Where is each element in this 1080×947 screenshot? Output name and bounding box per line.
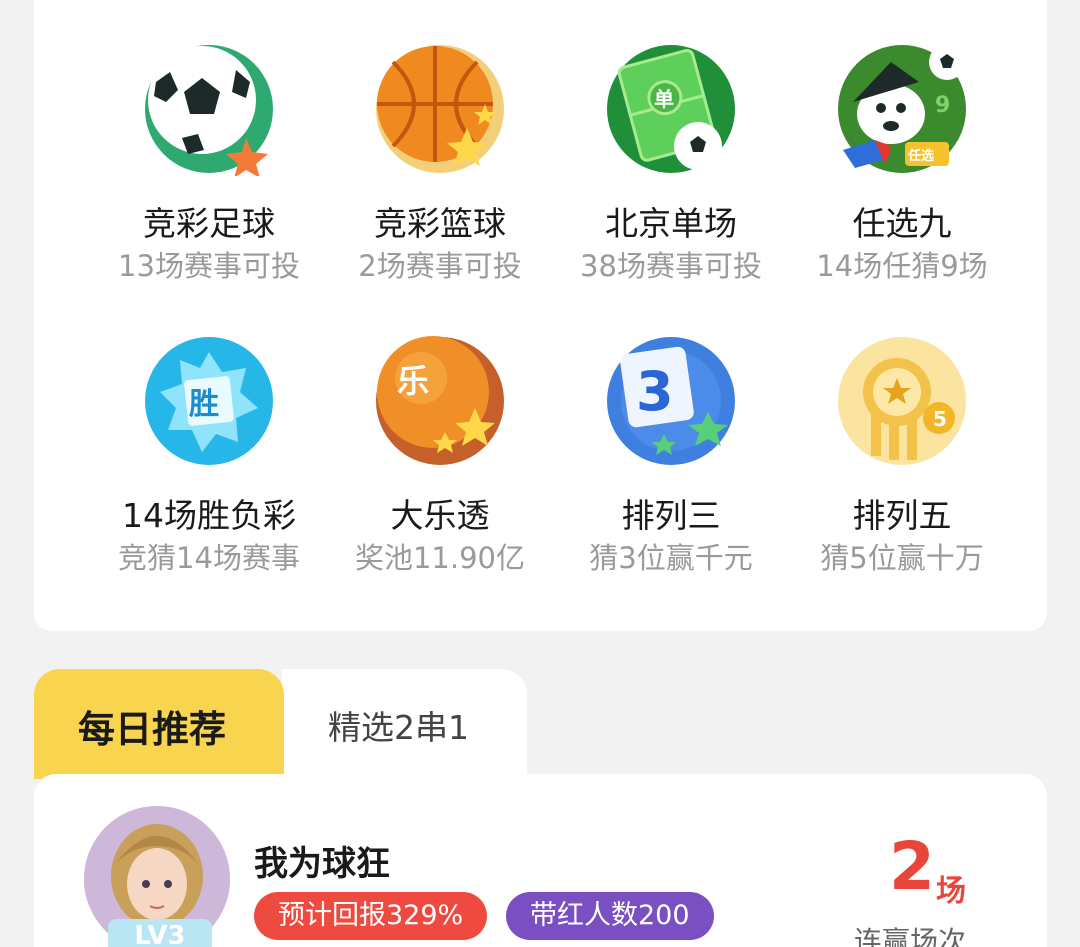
game-pl3[interactable]: 3 排列三 猜3位赢千元 (555, 334, 787, 576)
followers-won-badge: 带红人数200 (506, 892, 714, 940)
game-bjdc[interactable]: 单 北京单场 38场赛事可投 (555, 42, 787, 284)
svg-text:5: 5 (933, 407, 947, 431)
svg-text:乐: 乐 (397, 362, 429, 400)
svg-text:9: 9 (935, 93, 950, 118)
game-sfc14[interactable]: 胜 14场胜负彩 竞猜14场赛事 (93, 334, 325, 576)
tab-label: 每日推荐 (78, 708, 226, 751)
coin-icon: 5 (838, 337, 966, 465)
game-jczq[interactable]: 竞彩足球 13场赛事可投 (93, 42, 325, 284)
pitch-ball-icon: 单 (607, 45, 735, 173)
svg-text:任选: 任选 (907, 148, 934, 164)
user-name: 我为球狂 (254, 844, 390, 884)
game-name: 竞彩篮球 (374, 204, 506, 243)
game-sub: 13场赛事可投 (118, 249, 300, 283)
game-name: 北京单场 (605, 204, 737, 243)
game-name: 排列三 (621, 496, 721, 535)
expected-return-badge: 预计回报329% (254, 892, 488, 940)
win-streak-value: 2 (889, 828, 935, 905)
game-name: 排列五 (852, 496, 952, 535)
basketball-star-icon (376, 45, 504, 173)
game-name: 竞彩足球 (143, 204, 275, 243)
svg-text:3: 3 (636, 360, 674, 423)
game-sub: 14场任猜9场 (816, 249, 988, 283)
tab-selected-2x1[interactable]: 精选2串1 (282, 669, 527, 775)
game-pl5[interactable]: 5 排列五 猜5位赢十万 (786, 334, 1018, 576)
win-streak-unit: 场 (936, 874, 966, 909)
games-card: 竞彩足球 13场赛事可投 竞彩篮球 2场赛事可投 单 北京单场 38场赛事可投 (34, 0, 1047, 631)
number-three-icon: 3 (607, 337, 735, 465)
game-name: 大乐透 (390, 496, 490, 535)
game-sub: 猜5位赢十万 (820, 541, 984, 575)
game-name: 14场胜负彩 (122, 496, 296, 535)
tab-daily-recommend[interactable]: 每日推荐 (34, 669, 284, 779)
level-badge: LV3 (108, 919, 212, 947)
mascot-icon: 任选 9 (838, 44, 966, 173)
recommendation-card[interactable]: LV3 我为球狂 预计回报329% 带红人数200 2 场 连赢场次 (34, 774, 1047, 947)
svg-text:胜: 胜 (189, 387, 219, 422)
game-sub: 竞猜14场赛事 (118, 541, 300, 575)
game-sub: 奖池11.90亿 (354, 541, 526, 575)
game-dlt[interactable]: 乐 大乐透 奖池11.90亿 (324, 334, 556, 576)
game-sub: 38场赛事可投 (580, 249, 762, 283)
game-sub: 2场赛事可投 (358, 249, 522, 283)
game-jclq[interactable]: 竞彩篮球 2场赛事可投 (324, 42, 556, 284)
le-ball-icon: 乐 (376, 336, 504, 465)
game-sub: 猜3位赢千元 (589, 541, 753, 575)
game-name: 任选九 (852, 204, 952, 243)
win-star-icon: 胜 (145, 337, 273, 465)
football-star-icon (145, 45, 273, 176)
tab-label: 精选2串1 (328, 708, 469, 747)
svg-text:单: 单 (654, 87, 674, 111)
win-streak-label: 连赢场次 (854, 925, 967, 947)
game-rx9[interactable]: 任选 9 任选九 14场任猜9场 (786, 42, 1018, 284)
